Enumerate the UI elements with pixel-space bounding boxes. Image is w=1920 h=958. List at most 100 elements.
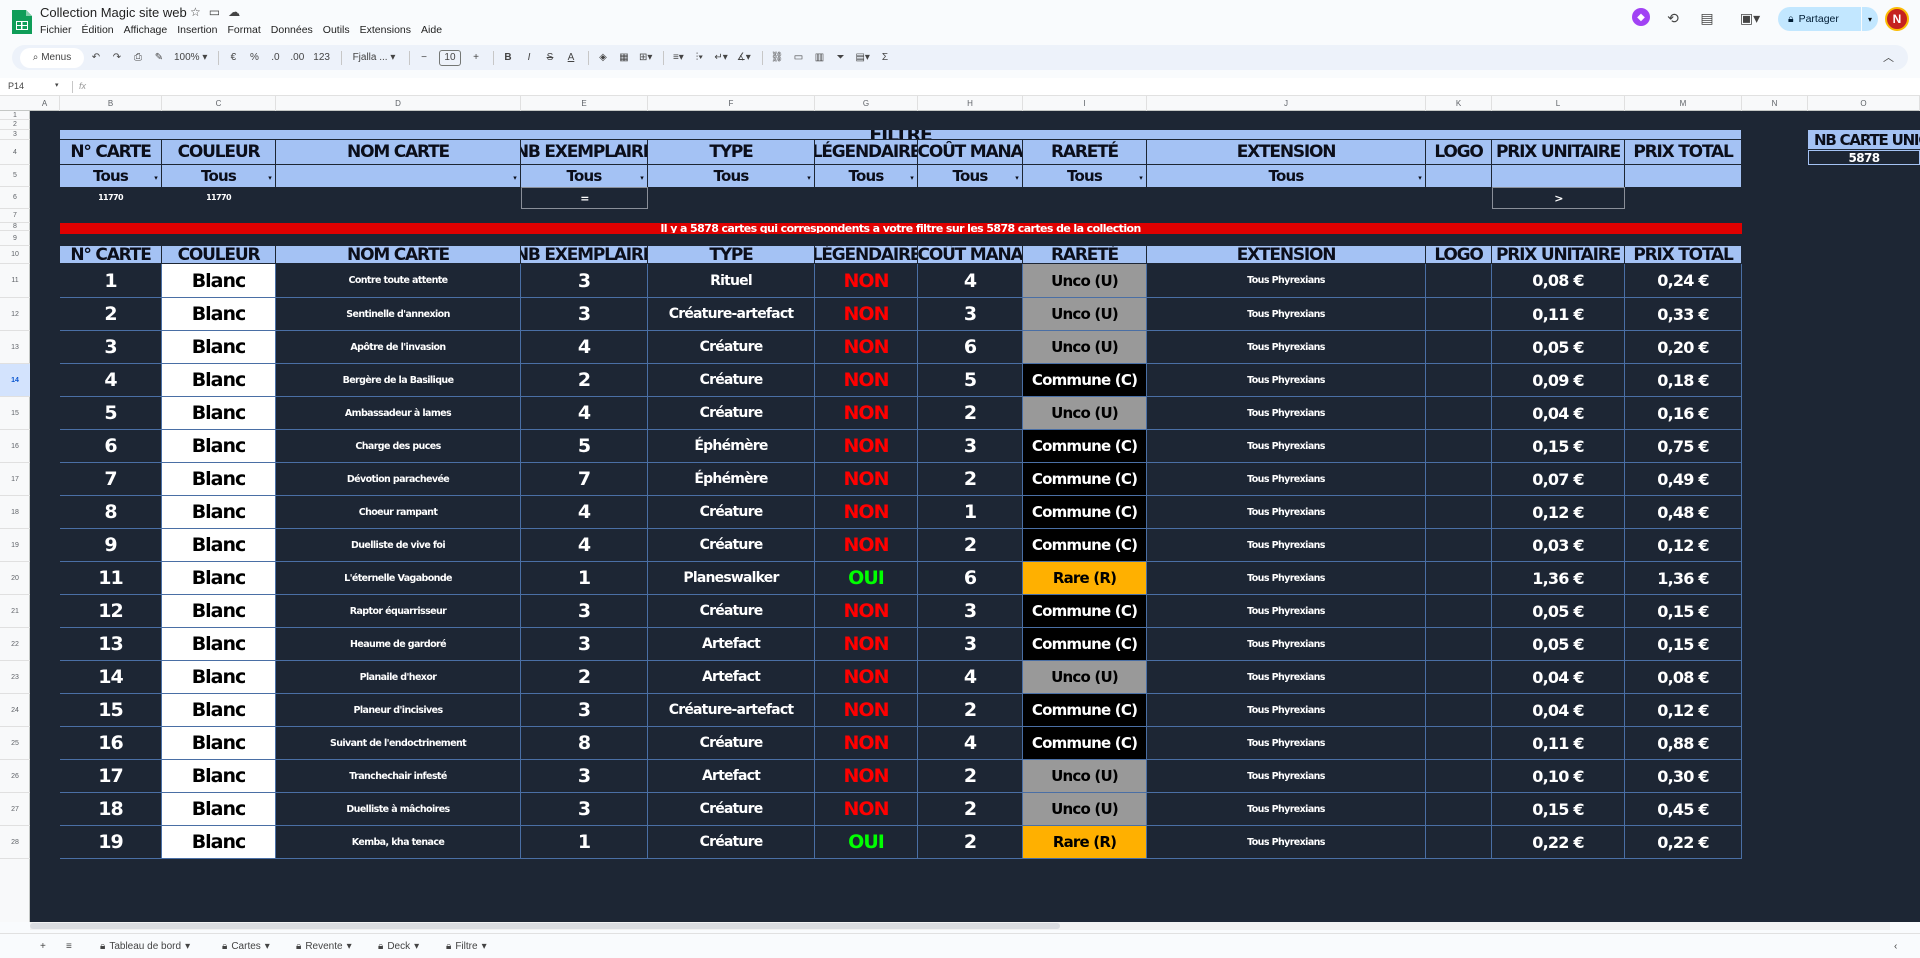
card-color[interactable]: Blanc <box>162 793 276 826</box>
card-name[interactable]: Raptor équarrisseur <box>276 595 521 628</box>
card-color[interactable]: Blanc <box>162 727 276 760</box>
filter-header-ext[interactable]: EXTENSION <box>1147 140 1426 165</box>
table-header-name[interactable]: NOM CARTE <box>276 246 521 264</box>
share-dropdown-button[interactable]: ▾ <box>1862 7 1878 31</box>
card-total-price[interactable]: 0,12 € <box>1625 529 1742 562</box>
column-header[interactable]: B <box>60 96 162 111</box>
card-extension[interactable]: Tous Phyrexians <box>1147 331 1426 364</box>
paint-format-icon[interactable]: ✎ <box>150 48 168 68</box>
card-number[interactable]: 18 <box>60 793 162 826</box>
card-color[interactable]: Blanc <box>162 397 276 430</box>
column-header[interactable]: O <box>1808 96 1920 111</box>
menu-tools[interactable]: Outils <box>323 24 350 36</box>
card-number[interactable]: 12 <box>60 595 162 628</box>
row-header[interactable]: 2 <box>0 120 30 130</box>
card-type[interactable]: Artefact <box>648 628 815 661</box>
filter-dropdown-mana[interactable]: Tous ▾ <box>918 165 1023 187</box>
card-logo[interactable] <box>1426 760 1492 793</box>
row-header[interactable]: 1 <box>0 111 30 120</box>
increase-decimal-button[interactable]: .00 <box>287 48 307 68</box>
meet-icon[interactable]: ▣▾ <box>1735 8 1765 28</box>
card-rarity[interactable]: Unco (U) <box>1023 264 1147 298</box>
card-rarity[interactable]: Commune (C) <box>1023 529 1147 562</box>
card-number[interactable]: 4 <box>60 364 162 397</box>
card-total-price[interactable]: 0,30 € <box>1625 760 1742 793</box>
card-color[interactable]: Blanc <box>162 826 276 859</box>
card-logo[interactable] <box>1426 727 1492 760</box>
card-logo[interactable] <box>1426 694 1492 727</box>
table-header-unit[interactable]: PRIX UNITAIRE <box>1492 246 1625 264</box>
card-rarity[interactable]: Commune (C) <box>1023 364 1147 397</box>
row-header[interactable]: 13 <box>0 331 30 364</box>
text-rotation-icon[interactable]: ∡▾ <box>734 48 754 68</box>
card-rarity[interactable]: Unco (U) <box>1023 397 1147 430</box>
card-name[interactable]: L'éternelle Vagabonde <box>276 562 521 595</box>
card-type[interactable]: Créature-artefact <box>648 298 815 331</box>
column-header[interactable]: N <box>1742 96 1808 111</box>
card-mana-cost[interactable]: 2 <box>918 463 1023 496</box>
card-color[interactable]: Blanc <box>162 760 276 793</box>
card-logo[interactable] <box>1426 562 1492 595</box>
bold-button[interactable]: B <box>499 48 517 68</box>
card-mana-cost[interactable]: 3 <box>918 430 1023 463</box>
card-total-price[interactable]: 0,15 € <box>1625 628 1742 661</box>
row-header[interactable]: 10 <box>0 246 30 264</box>
row-header[interactable]: 6 <box>0 187 30 209</box>
card-logo[interactable] <box>1426 430 1492 463</box>
card-rarity[interactable]: Rare (R) <box>1023 826 1147 859</box>
card-color[interactable]: Blanc <box>162 331 276 364</box>
card-number[interactable]: 11 <box>60 562 162 595</box>
card-extension[interactable]: Tous Phyrexians <box>1147 364 1426 397</box>
card-extension[interactable]: Tous Phyrexians <box>1147 760 1426 793</box>
sheet-tab-filtre[interactable]: 🔒︎ Filtre ▾ <box>438 936 495 957</box>
card-mana-cost[interactable]: 2 <box>918 793 1023 826</box>
card-unit-price[interactable]: 0,09 € <box>1492 364 1625 397</box>
price-operator-select[interactable]: > <box>1492 187 1625 209</box>
card-rarity[interactable]: Commune (C) <box>1023 463 1147 496</box>
card-type[interactable]: Créature <box>648 364 815 397</box>
card-color[interactable]: Blanc <box>162 628 276 661</box>
card-number[interactable]: 15 <box>60 694 162 727</box>
horizontal-align-icon[interactable]: ≡▾ <box>669 48 687 68</box>
row-header[interactable]: 7 <box>0 209 30 223</box>
card-rarity[interactable]: Unco (U) <box>1023 760 1147 793</box>
italic-button[interactable]: I <box>520 48 538 68</box>
card-unit-price[interactable]: 0,11 € <box>1492 298 1625 331</box>
table-header-total[interactable]: PRIX TOTAL <box>1625 246 1742 264</box>
menu-file[interactable]: Fichier <box>40 24 72 36</box>
card-legendary[interactable]: NON <box>815 727 918 760</box>
card-name[interactable]: Sentinelle d'annexion <box>276 298 521 331</box>
strikethrough-button[interactable]: S <box>541 48 559 68</box>
row-header[interactable]: 5 <box>0 165 30 187</box>
filter-header-color[interactable]: COULEUR <box>162 140 276 165</box>
card-unit-price[interactable]: 0,10 € <box>1492 760 1625 793</box>
card-quantity[interactable]: 3 <box>521 264 648 298</box>
card-name[interactable]: Charge des puces <box>276 430 521 463</box>
card-unit-price[interactable]: 0,04 € <box>1492 397 1625 430</box>
card-color[interactable]: Blanc <box>162 529 276 562</box>
card-type[interactable]: Artefact <box>648 661 815 694</box>
card-rarity[interactable]: Rare (R) <box>1023 562 1147 595</box>
row-header[interactable]: 16 <box>0 430 30 463</box>
card-rarity[interactable]: Unco (U) <box>1023 661 1147 694</box>
card-quantity[interactable]: 2 <box>521 364 648 397</box>
card-extension[interactable]: Tous Phyrexians <box>1147 562 1426 595</box>
card-quantity[interactable]: 1 <box>521 562 648 595</box>
comment-icon[interactable]: ▤ <box>1697 8 1717 28</box>
filter-header-qty[interactable]: NB EXEMPLAIRE <box>521 140 648 165</box>
card-mana-cost[interactable]: 1 <box>918 496 1023 529</box>
menu-insert[interactable]: Insertion <box>177 24 217 36</box>
filter-dropdown-ext[interactable]: Tous ▾ <box>1147 165 1426 187</box>
filter-dropdown-unit[interactable] <box>1492 165 1625 187</box>
unique-cards-header[interactable]: NB CARTE UNIQ <box>1808 130 1920 150</box>
font-size-input[interactable]: 10 <box>436 48 464 68</box>
card-type[interactable]: Créature <box>648 529 815 562</box>
vertical-align-icon[interactable]: ⫶▾ <box>690 48 708 68</box>
card-logo[interactable] <box>1426 661 1492 694</box>
card-name[interactable]: Heaume de gardoré <box>276 628 521 661</box>
card-total-price[interactable]: 0,08 € <box>1625 661 1742 694</box>
font-size-increase-button[interactable]: + <box>467 48 485 68</box>
insert-link-icon[interactable]: ⛓ <box>768 48 787 68</box>
card-total-price[interactable]: 0,20 € <box>1625 331 1742 364</box>
card-unit-price[interactable]: 0,12 € <box>1492 496 1625 529</box>
